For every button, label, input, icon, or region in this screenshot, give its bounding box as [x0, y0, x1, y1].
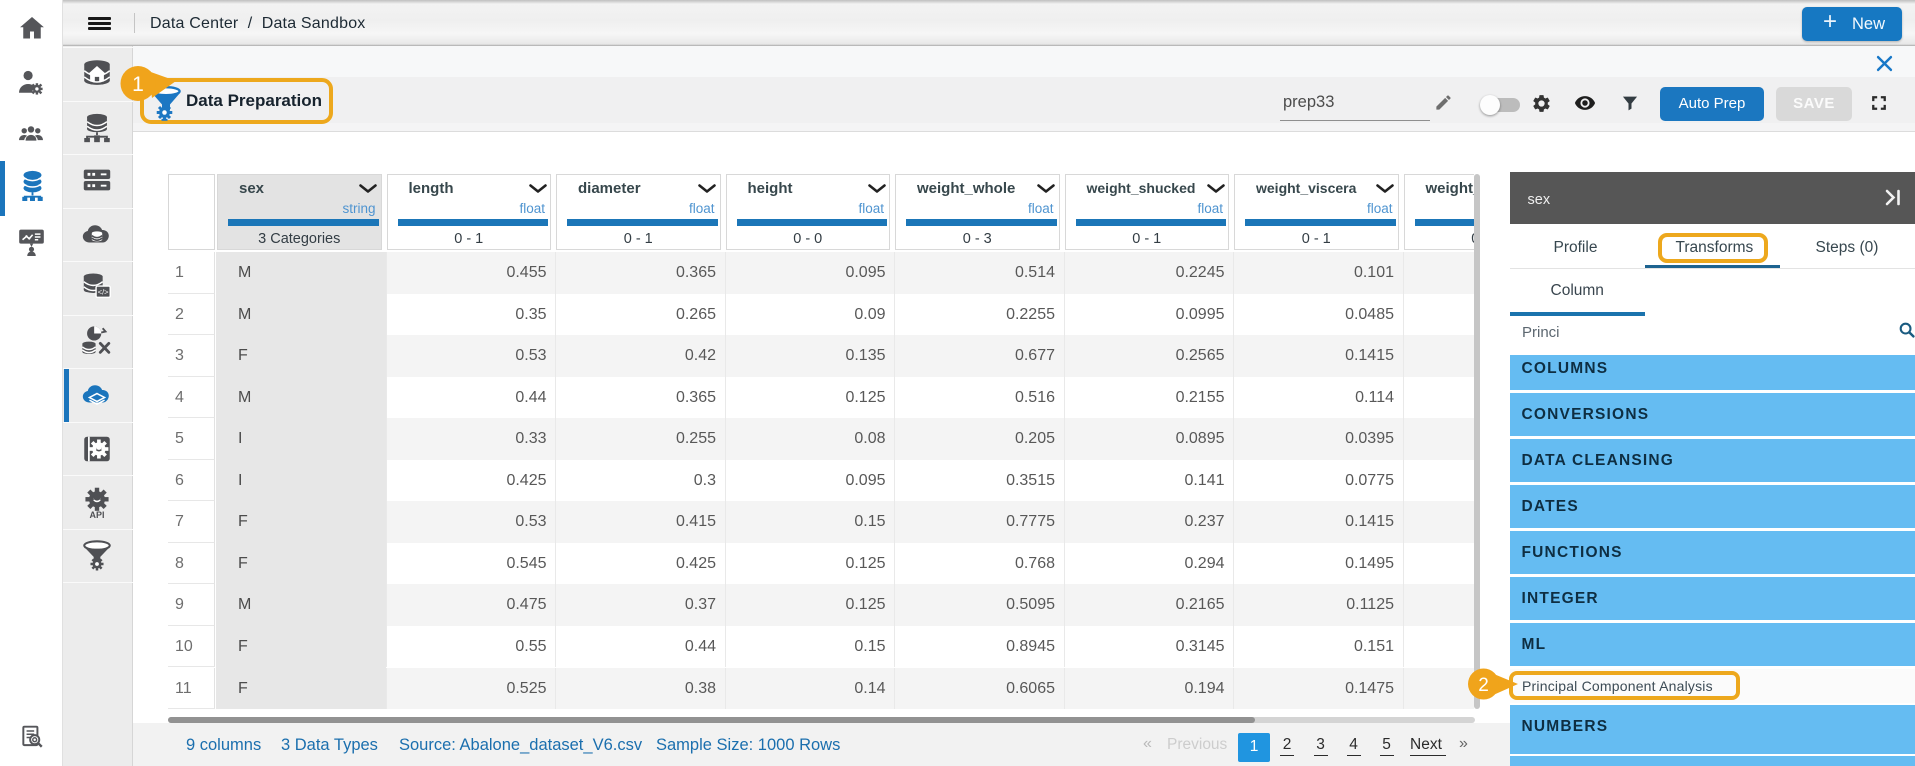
- svg-text:API: API: [90, 510, 105, 520]
- svg-text:2: 2: [1478, 675, 1489, 696]
- svg-text:1: 1: [132, 73, 144, 96]
- svg-text:</>: </>: [98, 288, 110, 297]
